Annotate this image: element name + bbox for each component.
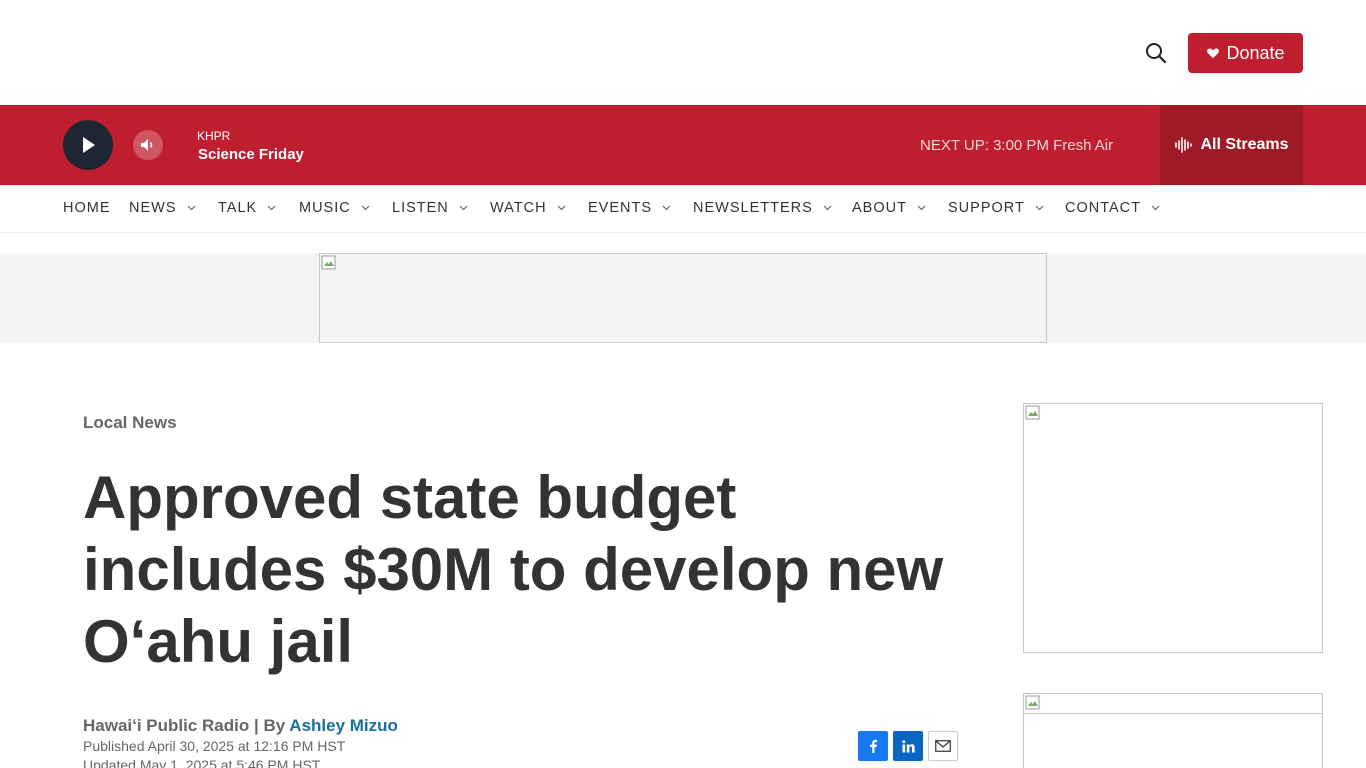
donate-button[interactable]: Donate bbox=[1188, 33, 1303, 73]
site-header: Donate bbox=[0, 0, 1366, 105]
station-name: KHPR bbox=[197, 129, 231, 143]
next-up-text: NEXT UP: 3:00 PM Fresh Air bbox=[920, 137, 1114, 154]
nav-item-newsletters[interactable]: NEWSLETTERS bbox=[693, 200, 832, 216]
nav-item-about[interactable]: ABOUT bbox=[852, 200, 926, 216]
nav-label: CONTACT bbox=[1065, 200, 1142, 216]
nav-item-events[interactable]: EVENTS bbox=[588, 200, 671, 216]
nav-item-contact[interactable]: CONTACT bbox=[1065, 200, 1160, 216]
all-streams-label: All Streams bbox=[1200, 136, 1289, 153]
chevron-down-icon bbox=[917, 205, 926, 211]
nav-label: HOME bbox=[63, 200, 111, 216]
chevron-down-icon bbox=[459, 205, 468, 211]
article-category[interactable]: Local News bbox=[83, 413, 177, 433]
chevron-down-icon bbox=[361, 205, 370, 211]
linkedin-icon bbox=[901, 739, 915, 752]
ad-band bbox=[0, 253, 1366, 343]
nav-label: WATCH bbox=[490, 200, 547, 216]
broken-image-icon bbox=[1025, 695, 1040, 710]
sidebar-ad[interactable] bbox=[1023, 693, 1323, 768]
donate-label: Donate bbox=[1226, 42, 1285, 63]
now-playing-program: Science Friday bbox=[198, 146, 304, 163]
nav-item-music[interactable]: MUSIC bbox=[299, 200, 370, 216]
chevron-down-icon bbox=[1035, 205, 1044, 211]
broken-image-icon bbox=[321, 255, 336, 270]
share-email-button[interactable] bbox=[928, 731, 958, 761]
broken-image-icon bbox=[1025, 405, 1040, 420]
published-date: Published April 30, 2025 at 12:16 PM HST bbox=[83, 738, 346, 754]
nav-label: LISTEN bbox=[392, 200, 449, 216]
email-icon bbox=[935, 740, 951, 752]
sidebar-ad[interactable] bbox=[1023, 403, 1323, 653]
chevron-down-icon bbox=[823, 205, 832, 211]
chevron-down-icon bbox=[557, 205, 565, 211]
heart-icon bbox=[1207, 48, 1220, 59]
nav-label: SUPPORT bbox=[948, 200, 1025, 216]
volume-icon bbox=[141, 139, 153, 151]
nav-label: NEWS bbox=[129, 200, 177, 216]
nav-item-talk[interactable]: TALK bbox=[218, 200, 276, 216]
nav-label: TALK bbox=[218, 200, 258, 216]
facebook-icon bbox=[870, 739, 877, 753]
nav-item-listen[interactable]: LISTEN bbox=[392, 200, 468, 216]
nav-item-support[interactable]: SUPPORT bbox=[948, 200, 1044, 216]
waveform-icon bbox=[1175, 137, 1193, 153]
nav-label: EVENTS bbox=[588, 200, 653, 216]
nav-label: NEWSLETTERS bbox=[693, 200, 813, 216]
byline-source: Hawaiʻi Public Radio | By bbox=[83, 716, 286, 735]
chevron-down-icon bbox=[1151, 205, 1160, 211]
nav-label: ABOUT bbox=[852, 200, 907, 216]
share-linkedin-button[interactable] bbox=[893, 731, 923, 761]
article-headline: Approved state budget includes $30M to d… bbox=[83, 464, 944, 675]
main-navigation: HOME NEWS TALK MUSIC LISTEN WATCH EVENTS… bbox=[0, 185, 1366, 233]
chevron-down-icon bbox=[187, 205, 195, 211]
search-icon bbox=[1146, 43, 1167, 64]
play-icon bbox=[83, 137, 95, 153]
leaderboard-ad[interactable] bbox=[319, 253, 1047, 343]
volume-button[interactable] bbox=[133, 130, 163, 160]
article-byline: Hawaiʻi Public Radio | By Ashley Mizuo bbox=[83, 716, 398, 736]
ad-frame-bar bbox=[1024, 694, 1322, 714]
nav-item-watch[interactable]: WATCH bbox=[490, 200, 566, 216]
play-button[interactable] bbox=[63, 120, 113, 170]
nav-label: MUSIC bbox=[299, 200, 351, 216]
chevron-down-icon bbox=[662, 205, 671, 211]
live-player-bar: KHPR Science Friday NEXT UP: 3:00 PM Fre… bbox=[0, 105, 1366, 185]
author-link[interactable]: Ashley Mizuo bbox=[289, 716, 398, 735]
share-facebook-button[interactable] bbox=[858, 731, 888, 761]
search-button[interactable] bbox=[1143, 40, 1169, 66]
all-streams-button[interactable]: All Streams bbox=[1160, 105, 1303, 185]
nav-item-home[interactable]: HOME bbox=[63, 200, 111, 216]
updated-date: Updated May 1, 2025 at 5:46 PM HST bbox=[83, 757, 321, 768]
chevron-down-icon bbox=[267, 205, 276, 211]
nav-item-news[interactable]: NEWS bbox=[129, 200, 196, 216]
